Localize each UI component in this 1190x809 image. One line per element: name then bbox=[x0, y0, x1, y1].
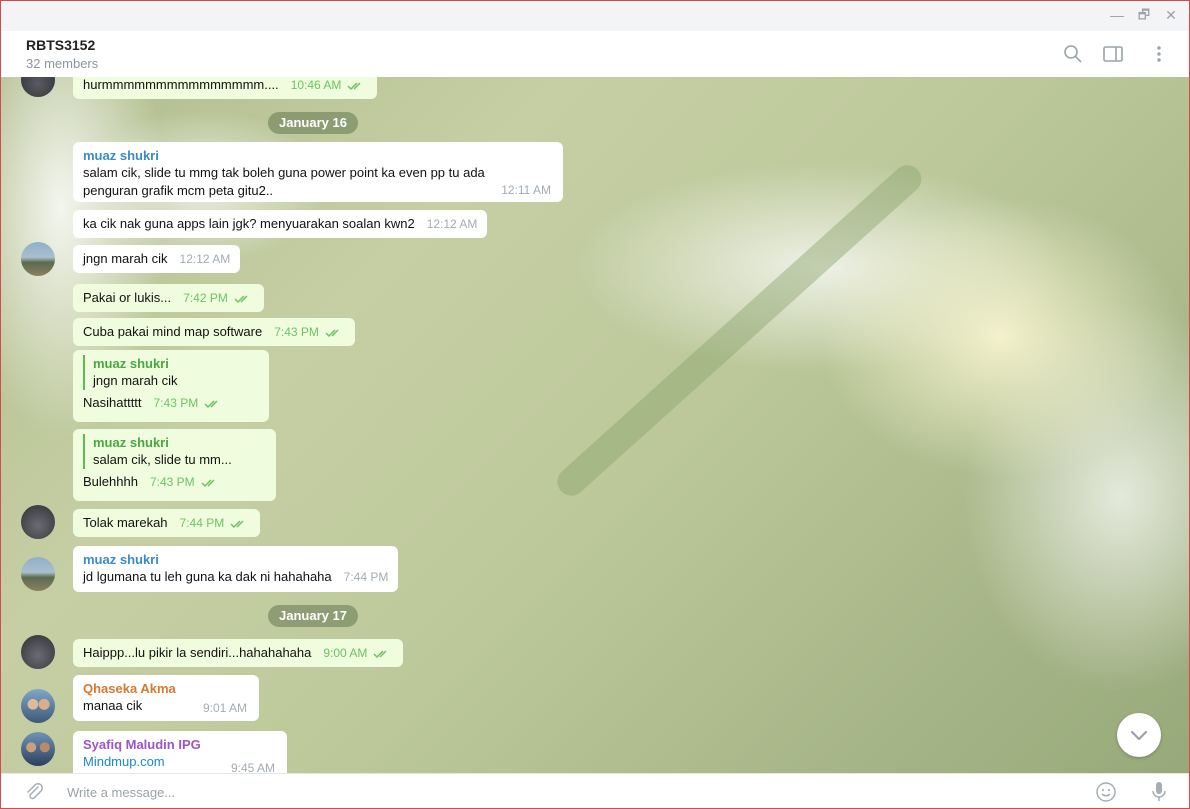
attach-icon[interactable] bbox=[23, 781, 45, 803]
reply-sender: muaz shukri bbox=[93, 356, 169, 371]
avatar[interactable] bbox=[21, 77, 55, 97]
message-bubble[interactable]: muaz shukri salam cik, slide tu mm... Bu… bbox=[73, 429, 276, 501]
date-divider: January 17 bbox=[268, 605, 358, 627]
more-vertical-icon[interactable] bbox=[1148, 43, 1170, 65]
reply-quote[interactable]: muaz shukri jngn marah cik bbox=[83, 355, 259, 390]
date-divider: January 16 bbox=[268, 112, 358, 134]
chevron-down-icon bbox=[1130, 730, 1148, 741]
message-text: Haippp...lu pikir la sendiri...hahahahah… bbox=[83, 645, 312, 660]
double-check-icon bbox=[373, 650, 387, 658]
message-time: 7:44 PM bbox=[343, 570, 389, 584]
group-title[interactable]: RBTS3152 bbox=[26, 37, 95, 53]
scroll-to-bottom-button[interactable] bbox=[1117, 713, 1161, 757]
double-check-icon bbox=[325, 329, 339, 337]
message-bubble[interactable]: Tolak marekah 7:44 PM bbox=[73, 509, 261, 537]
message-bubble[interactable]: Cuba pakai mind map software 7:43 PM bbox=[73, 318, 355, 346]
wallpaper-stem bbox=[551, 159, 928, 502]
message-time: 12:12 AM bbox=[179, 252, 231, 266]
message-text: ka cik nak guna apps lain jgk? menyuarak… bbox=[83, 216, 415, 231]
message-bubble[interactable]: muaz shukri jd lgumana tu leh guna ka da… bbox=[73, 546, 399, 592]
reply-quote[interactable]: muaz shukri salam cik, slide tu mm... bbox=[83, 434, 266, 469]
message-time: 7:42 PM bbox=[183, 291, 228, 305]
double-check-icon bbox=[201, 479, 215, 487]
message-bubble[interactable]: muaz shukri jngn marah cik Nasihattttt 7:… bbox=[73, 350, 269, 422]
telegram-window: — 🗗 ✕ RBTS3152 32 members hurmmmmmmmmmmm… bbox=[0, 0, 1190, 809]
message-time: 7:43 PM bbox=[153, 396, 199, 410]
message-text: Tolak marekah bbox=[83, 515, 168, 530]
message-text: manaa cik bbox=[83, 698, 143, 713]
message-time: 12:11 AM bbox=[501, 183, 551, 197]
message-text: jd lgumana tu leh guna ka dak ni hahahah… bbox=[83, 569, 332, 584]
avatar[interactable] bbox=[21, 242, 55, 276]
message-time: 7:43 PM bbox=[149, 475, 195, 489]
sender-name[interactable]: muaz shukri bbox=[83, 551, 388, 568]
message-bubble[interactable]: Haippp...lu pikir la sendiri...hahahahah… bbox=[73, 639, 404, 667]
message-text: Nasihattttt bbox=[83, 395, 142, 410]
message-time: 7:44 PM bbox=[179, 516, 225, 530]
message-time: 9:00 AM bbox=[323, 646, 368, 660]
avatar[interactable] bbox=[21, 689, 55, 723]
avatar[interactable] bbox=[21, 732, 55, 766]
message-input[interactable] bbox=[67, 780, 967, 804]
avatar[interactable] bbox=[21, 505, 55, 539]
microphone-icon[interactable] bbox=[1147, 779, 1171, 805]
reply-text: jngn marah cik bbox=[93, 373, 178, 388]
sender-name[interactable]: Syafiq Maludin IPG bbox=[83, 736, 277, 753]
double-check-icon bbox=[204, 400, 218, 408]
close-button[interactable]: ✕ bbox=[1162, 5, 1180, 25]
message-composer bbox=[1, 773, 1189, 808]
message-bubble[interactable]: Pakai or lukis... 7:42 PM bbox=[73, 284, 264, 312]
member-count: 32 members bbox=[26, 56, 99, 71]
reply-sender: muaz shukri bbox=[93, 435, 169, 450]
message-bubble[interactable]: jngn marah cik 12:12 AM bbox=[73, 245, 241, 273]
message-list[interactable]: hurmmmmmmmmmmmmmmm.... 10:46 AM January 1… bbox=[1, 77, 1189, 775]
message-text: hurmmmmmmmmmmmmmmm.... bbox=[83, 77, 279, 92]
maximize-button[interactable]: 🗗 bbox=[1135, 5, 1153, 25]
message-bubble[interactable]: Syafiq Maludin IPG Mindmup.com 9:45 AM bbox=[73, 731, 287, 775]
chat-header[interactable]: RBTS3152 32 members bbox=[1, 31, 1189, 77]
sidebar-toggle-icon[interactable] bbox=[1102, 43, 1124, 65]
avatar[interactable] bbox=[21, 557, 55, 591]
message-text: Pakai or lukis... bbox=[83, 290, 172, 305]
message-text: jngn marah cik bbox=[83, 251, 168, 266]
message-time: 10:46 AM bbox=[290, 78, 342, 92]
message-text: Cuba pakai mind map software bbox=[83, 324, 263, 339]
message-text: salam cik, slide tu mmg tak boleh guna p… bbox=[83, 165, 485, 198]
double-check-icon bbox=[347, 82, 361, 90]
reply-text: salam cik, slide tu mm... bbox=[93, 452, 232, 467]
message-text: Bulehhhh bbox=[83, 474, 138, 489]
avatar[interactable] bbox=[21, 635, 55, 669]
message-bubble[interactable]: muaz shukri salam cik, slide tu mmg tak … bbox=[73, 142, 563, 202]
window-titlebar: — 🗗 ✕ bbox=[1, 1, 1189, 31]
search-icon[interactable] bbox=[1062, 43, 1084, 65]
message-bubble[interactable]: hurmmmmmmmmmmmmmmm.... 10:46 AM bbox=[73, 77, 378, 99]
emoji-icon[interactable] bbox=[1094, 780, 1118, 804]
message-link[interactable]: Mindmup.com bbox=[83, 754, 165, 769]
message-time: 9:01 AM bbox=[202, 701, 247, 715]
message-time: 7:43 PM bbox=[274, 325, 319, 339]
message-time: 12:12 AM bbox=[426, 217, 478, 231]
message-bubble[interactable]: Qhaseka Akma manaa cik 9:01 AM bbox=[73, 675, 259, 721]
minimize-button[interactable]: — bbox=[1108, 5, 1126, 25]
sender-name[interactable]: muaz shukri bbox=[83, 147, 553, 164]
double-check-icon bbox=[230, 520, 244, 528]
double-check-icon bbox=[234, 295, 248, 303]
message-bubble[interactable]: ka cik nak guna apps lain jgk? menyuarak… bbox=[73, 210, 488, 238]
sender-name[interactable]: Qhaseka Akma bbox=[83, 680, 249, 697]
